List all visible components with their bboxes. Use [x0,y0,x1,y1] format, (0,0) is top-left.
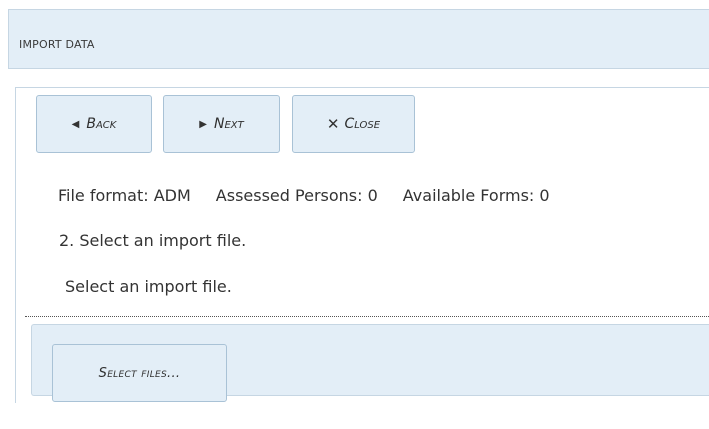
back-button[interactable]: ◀ Back [36,95,152,153]
step-instruction: 2. Select an import file. [59,231,247,250]
select-files-button[interactable]: Select files... [52,344,227,402]
close-button[interactable]: ✕ Close [292,95,415,153]
triangle-right-icon: ▶ [199,118,207,130]
import-data-page: IMPORT DATA ◀ Back ▶ Next ✕ Close File f… [0,0,709,429]
triangle-left-icon: ◀ [71,118,80,130]
next-button-label: Next [213,116,244,132]
upload-area: Select files... [31,324,709,402]
assessed-persons-text: Assessed Persons: 0 [215,186,378,205]
available-forms-text: Available Forms: 0 [402,186,550,205]
page-title: IMPORT DATA [19,38,95,51]
close-button-label: Close [344,116,381,132]
select-files-label: Select files... [98,365,181,381]
back-button-label: Back [86,116,117,132]
import-info: File format: ADM Assessed Persons: 0 Ava… [58,186,550,205]
file-format-text: File format: ADM [58,186,191,205]
divider [25,316,709,317]
next-button[interactable]: ▶ Next [163,95,280,153]
page-header: IMPORT DATA [8,9,709,69]
select-file-prompt: Select an import file. [65,277,232,296]
close-icon: ✕ [326,115,340,133]
